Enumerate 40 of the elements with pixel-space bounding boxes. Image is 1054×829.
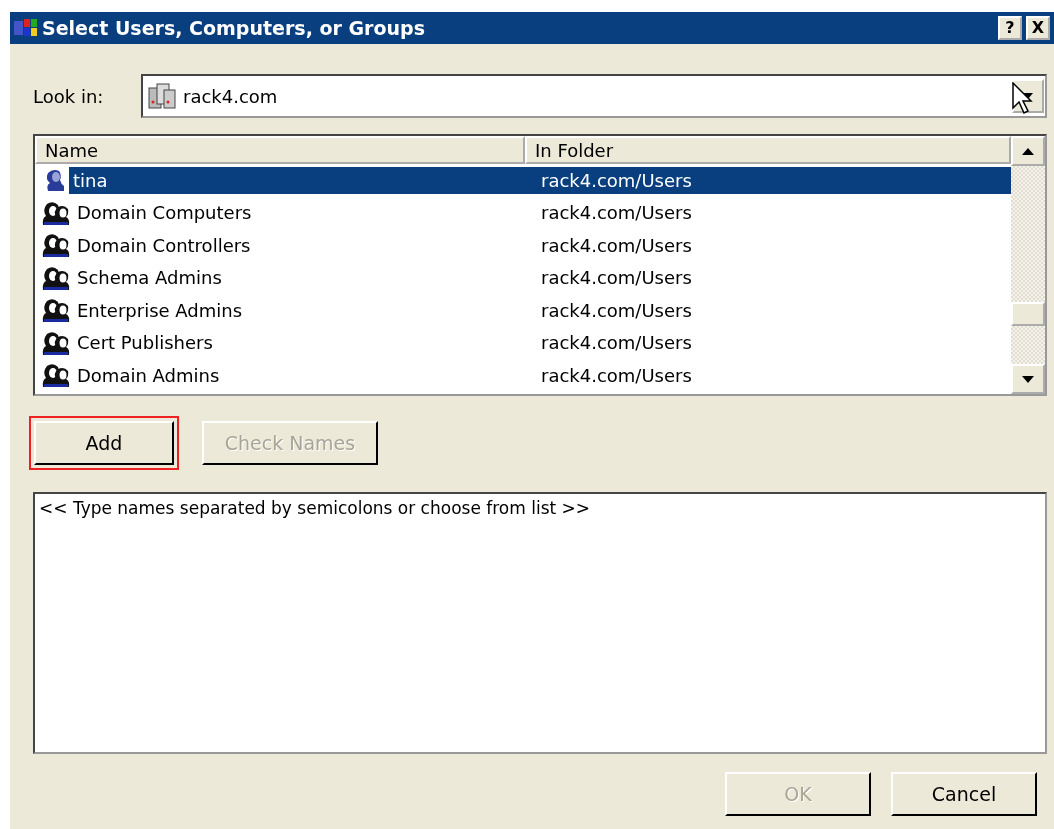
- group-icon: [41, 362, 71, 389]
- group-icon: [41, 329, 71, 356]
- scrollbar[interactable]: [1011, 136, 1045, 394]
- list-item[interactable]: Schema Admins: [73, 264, 226, 292]
- folder-text: rack4.com/Users: [540, 363, 693, 388]
- look-in-dropdown[interactable]: rack4.com: [141, 74, 1047, 118]
- servers-icon: [147, 82, 177, 110]
- group-icon: [41, 297, 71, 324]
- group-icon: [41, 264, 71, 291]
- list-item[interactable]: Enterprise Admins: [73, 296, 247, 324]
- look-in-label: Look in:: [33, 85, 105, 107]
- down-arrow-icon: [1022, 375, 1034, 383]
- list-item[interactable]: tina: [69, 166, 529, 194]
- group-icon: [41, 199, 71, 226]
- window-title: Select Users, Computers, or Groups: [42, 17, 426, 39]
- folder-text: rack4.com/Users: [540, 266, 693, 291]
- folder-text: rack4.com/Users: [540, 298, 693, 323]
- look-in-value: rack4.com: [183, 85, 279, 107]
- add-button[interactable]: Add: [34, 421, 174, 465]
- column-header[interactable]: In Folder: [525, 136, 1011, 164]
- app-icon: [14, 18, 38, 38]
- names-input-field[interactable]: << Type names separated by semicolons or choose from list >>: [33, 492, 1047, 754]
- column-header[interactable]: Name: [35, 136, 525, 164]
- up-arrow-icon: [1022, 147, 1034, 155]
- folder-text: rack4.com/Users: [540, 201, 693, 226]
- folder-text: rack4.com/Users: [540, 331, 693, 356]
- list-item[interactable]: Cert Publishers: [73, 329, 217, 357]
- pointer-icon: [1012, 82, 1036, 116]
- scroll-thumb[interactable]: [1011, 302, 1045, 326]
- folder-text: rack4.com/Users: [540, 233, 693, 258]
- scroll-down-button[interactable]: [1011, 364, 1045, 394]
- list-item[interactable]: Domain Admins: [73, 361, 224, 389]
- group-icon: [41, 232, 71, 259]
- folder-text: rack4.com/Users: [529, 166, 1011, 194]
- close-button[interactable]: X: [1026, 16, 1050, 40]
- help-button[interactable]: ?: [998, 16, 1022, 40]
- scroll-up-button[interactable]: [1011, 136, 1045, 166]
- cancel-button[interactable]: Cancel: [891, 772, 1037, 816]
- list-item[interactable]: Domain Computers: [73, 199, 256, 227]
- list-item[interactable]: Domain Controllers: [73, 231, 255, 259]
